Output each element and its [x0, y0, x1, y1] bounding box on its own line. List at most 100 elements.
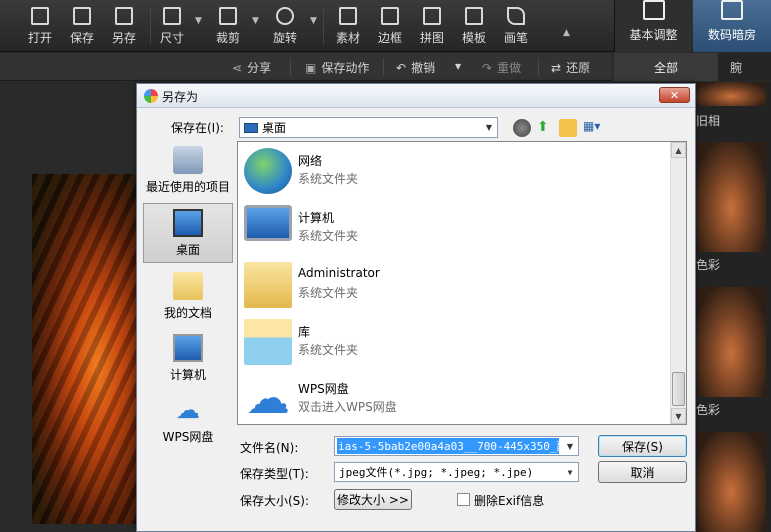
file-desc: 系统文件夹 [298, 172, 359, 186]
recent-items-icon [173, 146, 203, 174]
frame-button[interactable]: 边框 [372, 0, 408, 52]
place-computer-label: 计算机 [169, 368, 206, 382]
rotate-button[interactable]: 旋转 [267, 0, 303, 52]
save-as-label: 另存 [111, 30, 136, 45]
resize-button[interactable]: 尺寸 [154, 0, 190, 52]
remove-exif-checkbox[interactable] [457, 493, 470, 506]
tab-basic-adjust[interactable]: 基本调整 [614, 0, 692, 52]
crop-button[interactable]: 裁剪 [210, 0, 246, 52]
dialog-save-button[interactable]: 保存(S) [598, 435, 687, 457]
place-documents-label: 我的文档 [163, 306, 212, 320]
new-folder-icon[interactable] [559, 119, 577, 137]
close-icon: ✕ [669, 88, 680, 102]
dialog-title: 另存为 [162, 90, 199, 104]
open-button[interactable]: 打开 [22, 0, 58, 52]
save-as-dialog: 另存为 ✕ 保存在(I): 桌面 ▼ ⬆ ▦▾ 最近使用的项目 桌面 我的文档 … [136, 83, 696, 532]
dialog-titlebar[interactable]: 另存为 ✕ [137, 84, 695, 108]
file-desc: 系统文件夹 [298, 286, 359, 300]
redo-label: 重做 [497, 61, 522, 75]
save-in-value: 桌面 [262, 121, 287, 135]
chevron-down-icon: ▼ [567, 467, 573, 477]
resize-image-button[interactable]: 修改大小 >> [334, 489, 412, 510]
open-image-icon [31, 6, 49, 25]
resize-icon [163, 6, 181, 25]
undo-button[interactable]: ↶ 撤销 [396, 59, 435, 76]
tab-more[interactable]: 腕 [720, 53, 771, 81]
save-action-icon: ▣ [305, 60, 317, 75]
file-name: Administrator [298, 266, 380, 280]
save-in-dropdown[interactable]: 桌面 ▼ [239, 117, 498, 138]
tab-digital-label: 数码暗房 [707, 28, 756, 42]
action-toolbar: ⋖ 分享 ▣ 保存动作 ↶ 撤销 ▼ ↷ 重做 ⇄ 还原 [0, 53, 612, 81]
computer-monitor-icon [244, 205, 292, 241]
scroll-down-icon[interactable]: ▼ [671, 408, 686, 424]
save-action-label: 保存动作 [321, 61, 370, 75]
tab-all[interactable]: 全部 [614, 53, 718, 81]
file-list-scrollbar[interactable]: ▲ ▼ [670, 142, 686, 424]
toolbar2-divider [383, 58, 384, 76]
my-documents-folder-icon [173, 272, 203, 300]
list-item[interactable]: 库 系统文件夹 [242, 315, 672, 371]
app-logo-icon [144, 89, 158, 103]
darkroom-icon [721, 0, 743, 20]
template-label: 模板 [461, 30, 486, 45]
brush-label: 画笔 [503, 30, 528, 45]
place-my-documents[interactable]: 我的文档 [143, 265, 233, 325]
save-as-button[interactable]: 另存 [106, 0, 142, 52]
wps-cloud-icon: ☁ [176, 396, 200, 424]
place-desktop[interactable]: 桌面 [143, 203, 233, 263]
rotate-dropdown-arrow-icon[interactable]: ▼ [310, 16, 317, 26]
view-menu-icon[interactable]: ▦▾ [583, 119, 609, 137]
redo-button[interactable]: ↷ 重做 [482, 59, 521, 76]
frame-label: 边框 [377, 30, 402, 45]
place-recent[interactable]: 最近使用的项目 [143, 139, 233, 199]
rotate-icon [276, 6, 294, 25]
file-list: 网络 系统文件夹 计算机 系统文件夹 Administrator 系统文件夹 库… [237, 141, 687, 425]
preset-thumbnail[interactable] [696, 287, 766, 397]
collage-button[interactable]: 拼图 [414, 0, 450, 52]
back-icon[interactable] [513, 119, 531, 137]
desktop-icon [173, 209, 203, 237]
close-button[interactable]: ✕ [659, 87, 690, 103]
crop-dropdown-arrow-icon[interactable]: ▼ [252, 16, 259, 26]
save-action-button[interactable]: ▣ 保存动作 [305, 59, 369, 76]
file-desc: 系统文件夹 [298, 343, 359, 357]
computer-icon [173, 334, 203, 362]
desktop-small-icon [244, 122, 258, 133]
scrollbar-thumb[interactable] [672, 372, 685, 406]
filename-value: ias-5-5bab2e00a4a03__700-445x350_副本 [337, 438, 559, 454]
photo-preview [32, 174, 140, 524]
restore-button[interactable]: ⇄ 还原 [551, 59, 590, 76]
list-item[interactable]: 计算机 系统文件夹 [242, 201, 672, 257]
template-button[interactable]: 模板 [456, 0, 492, 52]
file-desc: 双击进入WPS网盘 [298, 400, 397, 414]
list-item[interactable]: ☁ WPS网盘 双击进入WPS网盘 [242, 372, 672, 424]
undo-label: 撤销 [411, 61, 436, 75]
resize-dropdown-arrow-icon[interactable]: ▼ [195, 16, 202, 26]
more-tools-arrow-icon[interactable]: ▲ [563, 28, 570, 38]
template-printer-icon [465, 6, 483, 25]
preset-label: 色彩 [696, 403, 721, 417]
up-folder-icon[interactable]: ⬆ [537, 119, 555, 137]
filename-input[interactable]: ias-5-5bab2e00a4a03__700-445x350_副本 ▼ [334, 436, 579, 456]
crop-icon [219, 6, 237, 25]
list-item[interactable]: 网络 系统文件夹 [242, 144, 672, 200]
dialog-cancel-button[interactable]: 取消 [598, 461, 687, 483]
tab-digital-darkroom[interactable]: 数码暗房 [693, 0, 771, 52]
tab-basic-label: 基本调整 [629, 28, 678, 42]
preset-thumbnail[interactable] [696, 142, 766, 252]
share-button[interactable]: ⋖ 分享 [232, 59, 271, 76]
preset-thumbnail[interactable] [696, 82, 766, 106]
remove-exif-label: 删除Exif信息 [474, 494, 545, 508]
filetype-dropdown[interactable]: jpeg文件(*.jpg; *.jpeg; *.jpe) ▼ [334, 462, 579, 482]
scroll-up-icon[interactable]: ▲ [671, 142, 686, 158]
preset-thumbnail[interactable] [696, 432, 766, 532]
place-computer[interactable]: 计算机 [143, 327, 233, 387]
save-button[interactable]: 保存 [64, 0, 100, 52]
material-button[interactable]: 素材 [330, 0, 366, 52]
undo-dropdown-arrow-icon[interactable]: ▼ [455, 62, 461, 71]
place-wps-cloud[interactable]: ☁ WPS网盘 [143, 389, 233, 449]
brush-button[interactable]: 画笔 [498, 0, 534, 52]
list-item[interactable]: Administrator 系统文件夹 [242, 258, 672, 314]
star-material-icon [339, 6, 357, 25]
